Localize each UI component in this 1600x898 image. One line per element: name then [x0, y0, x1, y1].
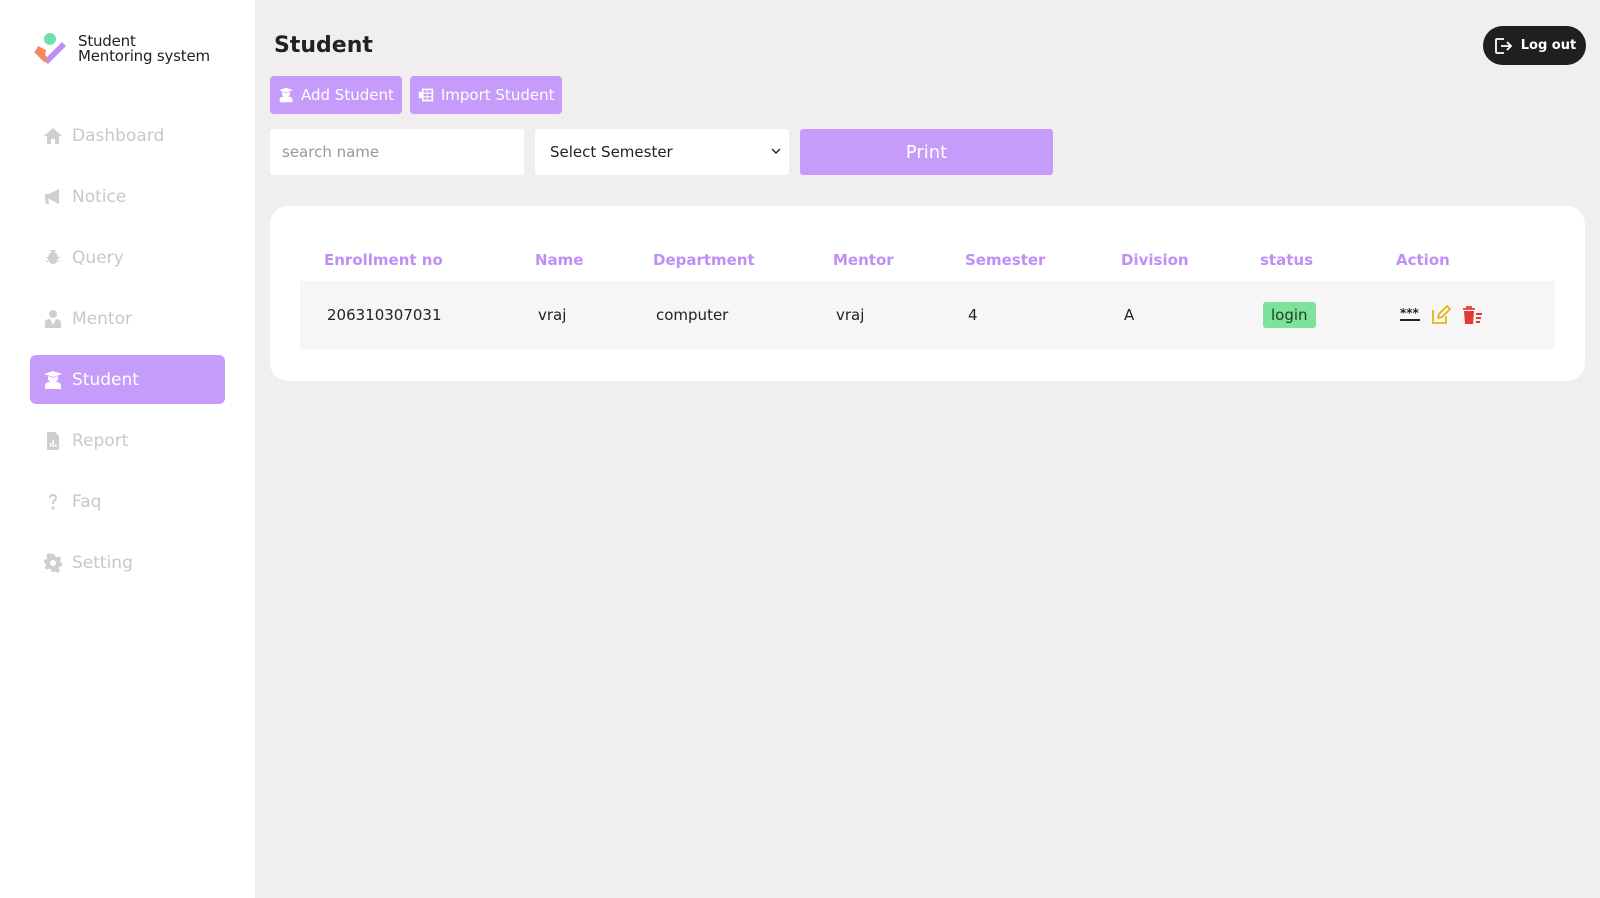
megaphone-icon: [43, 187, 63, 207]
student-table-card: Enrollment no Name Department Mentor Sem…: [270, 206, 1585, 381]
cell-name: vraj: [538, 306, 567, 324]
cell-enrollment: 206310307031: [327, 306, 442, 324]
student-table: Enrollment no Name Department Mentor Sem…: [300, 239, 1555, 349]
sidebar-item-label: Dashboard: [72, 125, 165, 146]
semester-select[interactable]: Select Semester: [535, 129, 789, 175]
cell-mentor: vraj: [836, 306, 865, 324]
logo-line2: Mentoring system: [78, 47, 210, 65]
column-header: Department: [653, 251, 755, 269]
row-actions: ***: [1399, 304, 1555, 326]
cell-actions: ***: [1372, 304, 1555, 326]
question-icon: [43, 492, 63, 512]
logout-icon: [1494, 37, 1513, 54]
graduate-icon: [278, 87, 294, 103]
spreadsheet-icon: [418, 88, 434, 102]
column-header: Mentor: [833, 251, 894, 269]
sidebar-item-label: Faq: [72, 491, 102, 512]
column-header: Action: [1396, 251, 1450, 269]
sidebar-item-mentor[interactable]: Mentor: [30, 294, 225, 343]
column-header: Semester: [965, 251, 1046, 269]
sidebar-nav: Dashboard Notice Query Mentor Student Re…: [30, 111, 225, 599]
import-student-label: Import Student: [440, 86, 555, 104]
table-header: Enrollment no Name Department Mentor Sem…: [300, 239, 1555, 281]
page-title: Student: [274, 33, 373, 58]
sidebar-item-label: Notice: [72, 186, 127, 207]
password-reset-icon[interactable]: ***: [1399, 304, 1421, 326]
delete-icon[interactable]: [1461, 304, 1483, 326]
filter-row: Select Semester Print: [270, 129, 1053, 175]
gear-icon: [43, 552, 63, 573]
add-student-label: Add Student: [301, 86, 394, 104]
sidebar-item-label: Report: [72, 430, 129, 451]
user-tie-icon: [43, 309, 63, 329]
sidebar-item-report[interactable]: Report: [30, 416, 225, 465]
logo-icon: [32, 30, 70, 68]
logout-button[interactable]: Log out: [1483, 26, 1586, 65]
sidebar-item-label: Mentor: [72, 308, 132, 329]
edit-icon[interactable]: [1430, 304, 1452, 326]
column-header: Division: [1121, 251, 1189, 269]
sidebar-item-setting[interactable]: Setting: [30, 538, 225, 587]
toolbar: Add Student Import Student: [270, 76, 570, 114]
app-logo[interactable]: Student Mentoring system: [32, 30, 210, 68]
sidebar-item-faq[interactable]: Faq: [30, 477, 225, 526]
chevron-down-icon: [771, 148, 781, 154]
semester-select-value: Select Semester: [550, 143, 673, 161]
sidebar: Student Mentoring system Dashboard Notic…: [0, 0, 255, 898]
import-student-button[interactable]: Import Student: [409, 76, 563, 114]
print-button[interactable]: Print: [800, 129, 1053, 175]
sidebar-item-label: Student: [72, 369, 139, 390]
status-badge: login: [1263, 302, 1316, 328]
add-student-button[interactable]: Add Student: [270, 76, 402, 114]
svg-text:***: ***: [1400, 306, 1420, 320]
cell-division: A: [1124, 306, 1135, 324]
sidebar-item-label: Setting: [72, 552, 133, 573]
cell-status: login: [1236, 302, 1372, 328]
sidebar-item-notice[interactable]: Notice: [30, 172, 225, 221]
sidebar-item-dashboard[interactable]: Dashboard: [30, 111, 225, 160]
sidebar-item-query[interactable]: Query: [30, 233, 225, 282]
cell-semester: 4: [968, 306, 978, 324]
table-row: 206310307031 vraj computer vraj 4 A logi…: [300, 281, 1555, 349]
home-icon: [43, 126, 63, 146]
logo-text: Student Mentoring system: [78, 34, 210, 64]
sidebar-item-label: Query: [72, 247, 124, 268]
column-header: status: [1260, 251, 1313, 269]
cell-department: computer: [656, 306, 729, 324]
column-header: Enrollment no: [324, 251, 443, 269]
search-input[interactable]: [270, 129, 524, 175]
main-content: Student Log out Add Student Import Stude…: [270, 0, 1586, 898]
sidebar-item-student[interactable]: Student: [30, 355, 225, 404]
bug-icon: [43, 248, 63, 268]
report-icon: [43, 431, 63, 451]
column-header: Name: [535, 251, 584, 269]
logout-label: Log out: [1520, 38, 1577, 53]
graduate-icon: [43, 370, 63, 390]
